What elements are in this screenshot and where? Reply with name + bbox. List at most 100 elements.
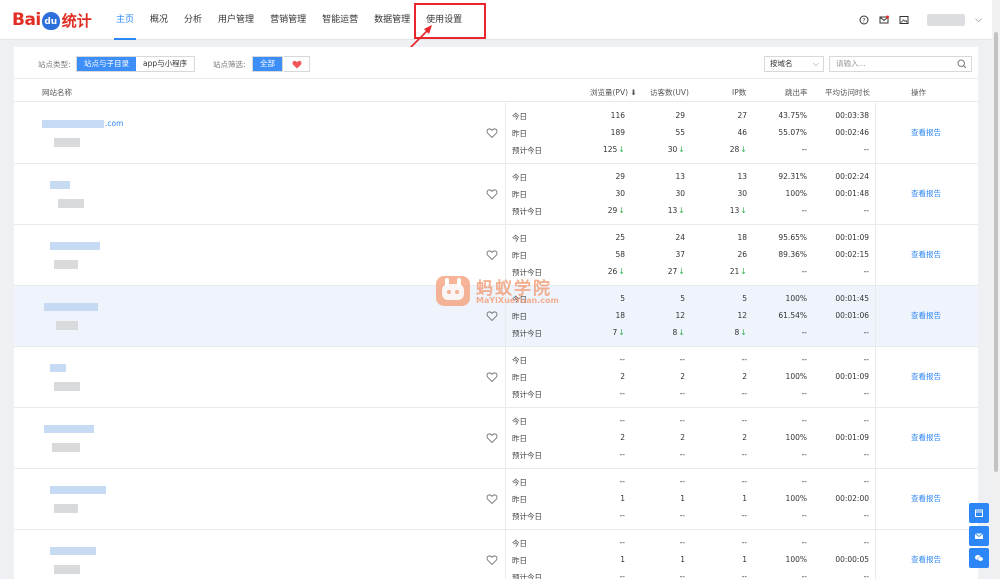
stat-value: 116 xyxy=(610,111,625,120)
period-label: 今日 xyxy=(512,478,527,487)
image-icon[interactable] xyxy=(899,15,909,25)
stat-cell: -- xyxy=(620,511,625,520)
site-name-redacted[interactable] xyxy=(44,425,94,433)
nav-item-0[interactable]: 主页 xyxy=(108,0,142,40)
stat-value: 2 xyxy=(742,433,747,442)
view-report-link[interactable]: 查看报告 xyxy=(911,493,941,504)
period-row: 昨日 xyxy=(506,368,875,385)
stat-cell: 1 xyxy=(742,494,747,503)
favorite-heart-icon[interactable] xyxy=(486,554,498,566)
stat-value: -- xyxy=(863,206,869,215)
trend-down-icon: ↓ xyxy=(740,267,747,276)
period-label: 今日 xyxy=(512,539,527,548)
period-label: 昨日 xyxy=(512,556,527,565)
favorite-heart-icon[interactable] xyxy=(486,188,498,200)
col-pv[interactable]: 浏览量(PV) ⬇ xyxy=(590,87,637,98)
stat-cell: -- xyxy=(802,450,807,459)
site-domain-suffix[interactable]: .com xyxy=(105,119,123,128)
stat-cell: -- xyxy=(680,389,685,398)
stat-cell: -- xyxy=(864,355,869,364)
period-row: 预计今日 xyxy=(506,507,875,524)
stat-value: 5 xyxy=(620,294,625,303)
stat-value: 7 xyxy=(612,328,618,337)
view-report-link[interactable]: 查看报告 xyxy=(911,249,941,260)
baidu-tongji-logo[interactable]: Bai du 统计 xyxy=(12,8,92,32)
filter-favorite-button[interactable] xyxy=(284,56,310,72)
view-report-link[interactable]: 查看报告 xyxy=(911,188,941,199)
stat-value: 37 xyxy=(675,250,685,259)
site-name-redacted[interactable] xyxy=(42,120,104,128)
site-type-option-app[interactable]: app与小程序 xyxy=(136,57,194,71)
search-placeholder: 请输入... xyxy=(836,59,866,68)
message-icon[interactable] xyxy=(879,15,890,25)
site-name-redacted[interactable] xyxy=(50,364,66,372)
view-report-link[interactable]: 查看报告 xyxy=(911,371,941,382)
stat-cell: 46 xyxy=(737,128,747,137)
site-name-redacted[interactable] xyxy=(50,486,106,494)
col-avg-time[interactable]: 平均访问时长 xyxy=(825,87,870,98)
stat-value: -- xyxy=(863,267,869,276)
stat-cell: -- xyxy=(864,328,869,337)
col-uv[interactable]: 访客数(UV) xyxy=(650,87,689,98)
nav-item-2[interactable]: 分析 xyxy=(176,0,210,40)
chevron-down-icon[interactable]: ⌵ xyxy=(975,15,982,25)
stat-cell: 24 xyxy=(675,233,685,242)
stat-value: -- xyxy=(619,511,625,520)
site-name-redacted[interactable] xyxy=(50,547,96,555)
stat-cell: 55 xyxy=(675,128,685,137)
stat-cell: 00:02:24 xyxy=(835,172,869,181)
float-shop-button[interactable] xyxy=(969,503,989,523)
site-type-option-site[interactable]: 站点与子目录 xyxy=(77,57,136,71)
column-divider xyxy=(875,347,876,407)
stat-cell: 2 xyxy=(742,433,747,442)
trend-down-icon: ↓ xyxy=(618,328,625,337)
stat-value: 1 xyxy=(742,555,747,564)
view-report-link[interactable]: 查看报告 xyxy=(911,127,941,138)
view-report-link[interactable]: 查看报告 xyxy=(911,432,941,443)
site-search-input[interactable]: 请输入... xyxy=(829,56,972,72)
favorite-heart-icon[interactable] xyxy=(486,432,498,444)
site-name-redacted[interactable] xyxy=(50,242,100,250)
period-row: 预计今日 xyxy=(506,324,875,341)
stat-value: 2 xyxy=(742,372,747,381)
period-row: 今日 xyxy=(506,351,875,368)
favorite-heart-icon[interactable] xyxy=(486,493,498,505)
stat-cell: -- xyxy=(802,511,807,520)
favorite-heart-icon[interactable] xyxy=(486,371,498,383)
domain-select[interactable]: 按域名 ⌵ xyxy=(764,56,824,72)
stat-value: 125 xyxy=(602,145,618,154)
col-ip[interactable]: IP数 xyxy=(732,87,746,98)
stat-cell: 100% xyxy=(786,372,807,381)
domain-select-value: 按域名 xyxy=(770,59,793,68)
help-icon[interactable]: ? xyxy=(859,15,869,25)
float-mail-button[interactable] xyxy=(969,526,989,546)
stat-value: 00:01:06 xyxy=(835,311,869,320)
stat-value: 100% xyxy=(785,494,807,503)
site-name-redacted[interactable] xyxy=(50,181,70,189)
period-label: 昨日 xyxy=(512,190,527,199)
nav-item-4[interactable]: 营销管理 xyxy=(262,0,314,40)
watermark-url: MaYiXueYuan.com xyxy=(476,296,559,305)
view-report-link[interactable]: 查看报告 xyxy=(911,310,941,321)
nav-item-5[interactable]: 智能运营 xyxy=(314,0,366,40)
col-bounce[interactable]: 跳出率 xyxy=(785,87,808,98)
float-chat-button[interactable] xyxy=(969,548,989,568)
filter-all-button[interactable]: 全部 xyxy=(253,57,282,71)
site-name-redacted[interactable] xyxy=(44,303,98,311)
column-divider xyxy=(875,103,876,163)
period-row: 昨日 xyxy=(506,185,875,202)
favorite-heart-icon[interactable] xyxy=(486,127,498,139)
col-pv-label: 浏览量(PV) xyxy=(590,88,629,97)
stat-value: 13 xyxy=(737,172,747,181)
scrollbar-thumb[interactable] xyxy=(994,32,998,472)
nav-item-1[interactable]: 概况 xyxy=(142,0,176,40)
user-avatar[interactable] xyxy=(927,14,966,26)
view-report-link[interactable]: 查看报告 xyxy=(911,554,941,565)
period-row: 今日 xyxy=(506,107,875,124)
search-icon[interactable] xyxy=(957,59,967,69)
favorite-heart-icon[interactable] xyxy=(486,249,498,261)
nav-item-3[interactable]: 用户管理 xyxy=(210,0,262,40)
favorite-heart-icon[interactable] xyxy=(486,310,498,322)
stat-cell: -- xyxy=(680,511,685,520)
stat-cell: 29 xyxy=(615,172,625,181)
